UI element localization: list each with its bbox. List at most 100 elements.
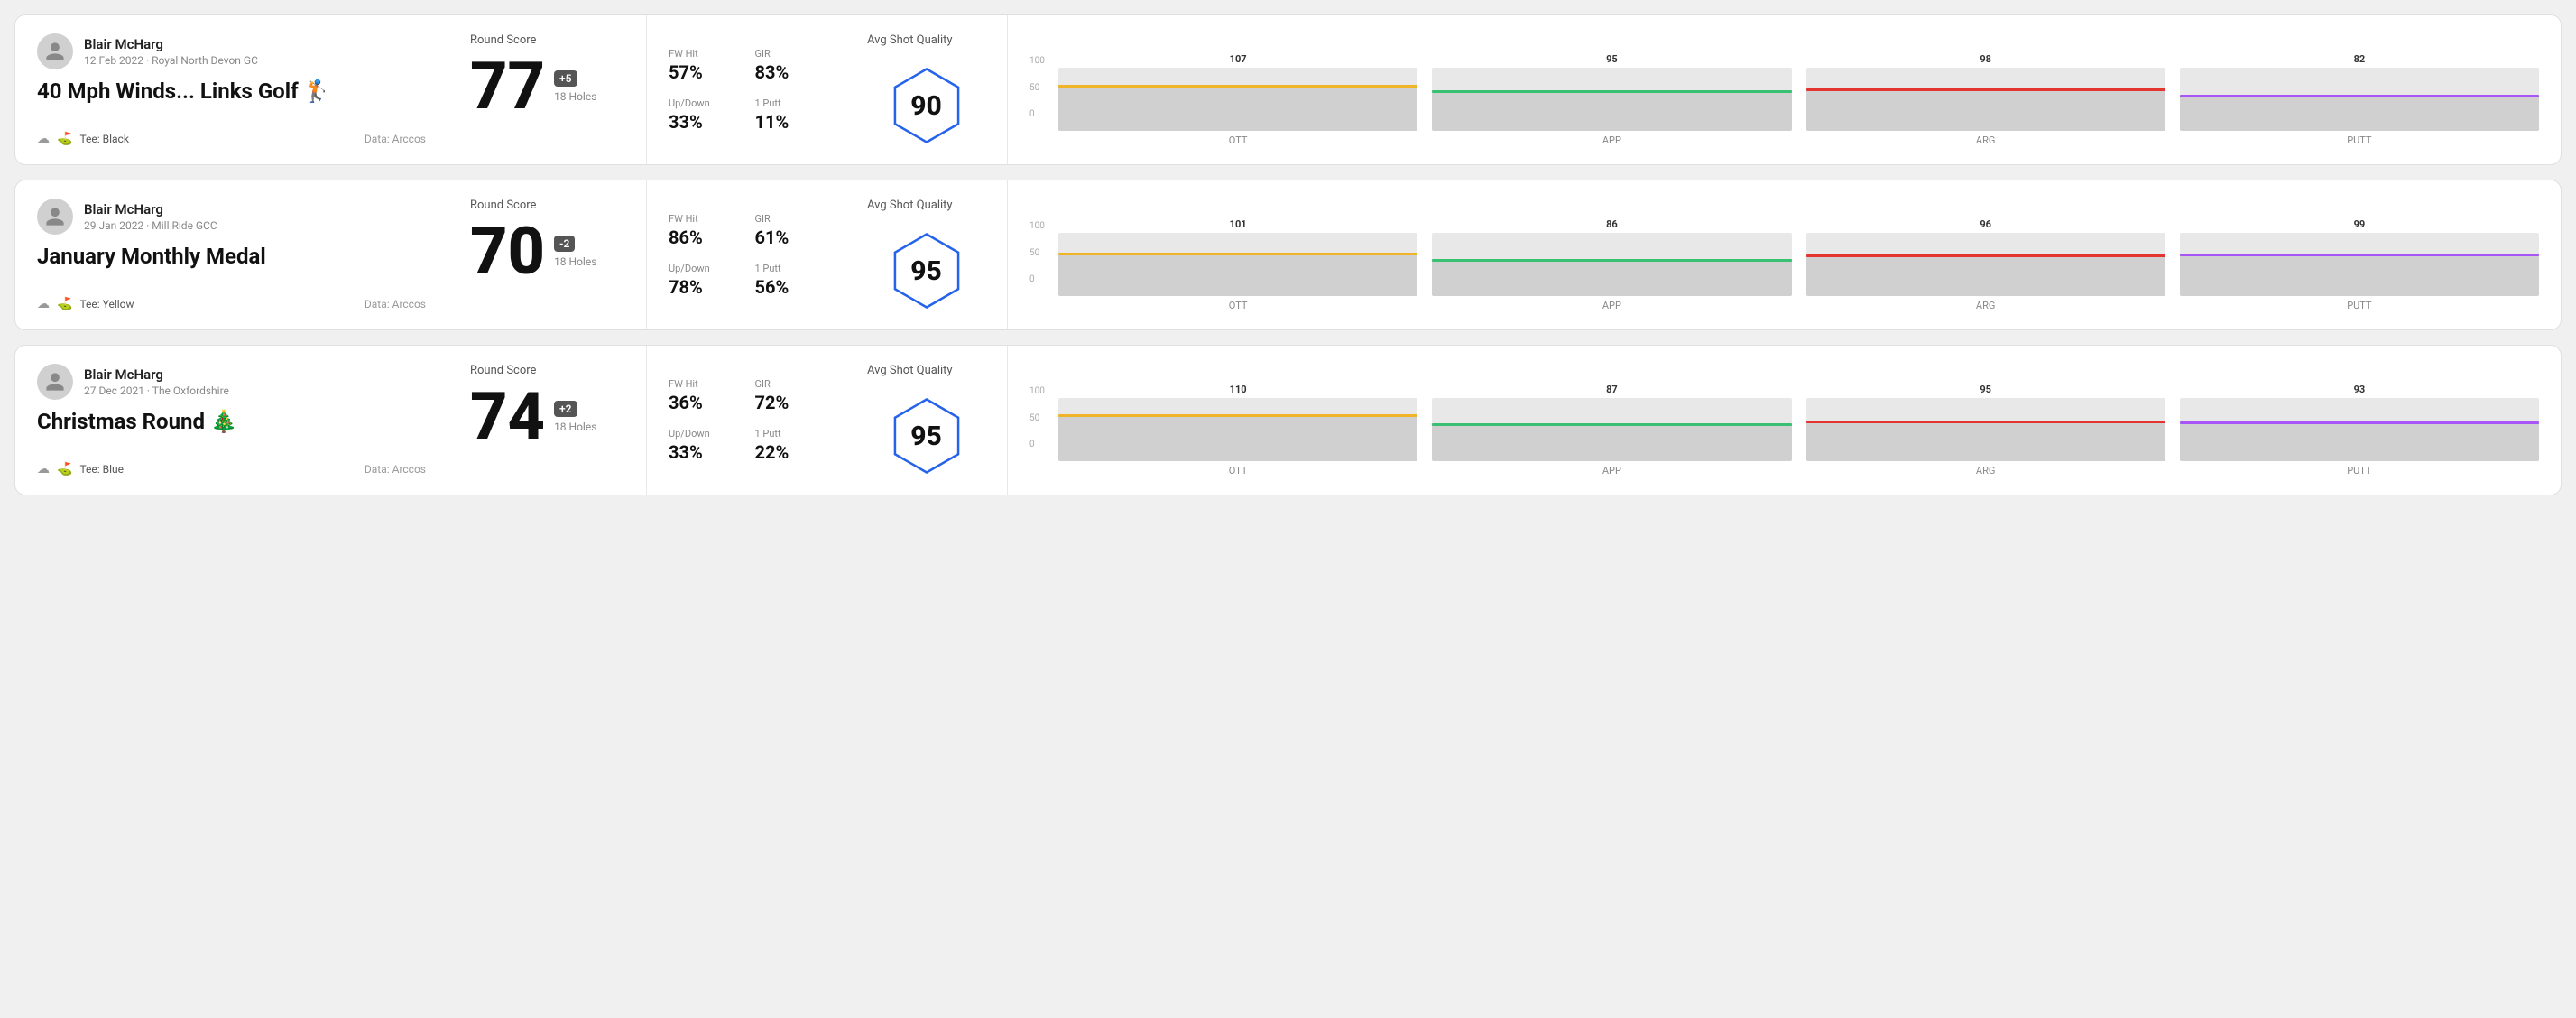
tee-label: Tee: Black bbox=[79, 133, 128, 145]
person-icon bbox=[44, 41, 66, 62]
bar-axis-label: APP bbox=[1602, 465, 1621, 477]
avatar bbox=[37, 33, 73, 69]
score-display: 77 +5 18 Holes bbox=[470, 54, 624, 119]
bar-fill bbox=[1058, 86, 1417, 131]
bar-axis-label: PUTT bbox=[2347, 300, 2371, 311]
tee-info: ☁ ⛳ Tee: Black bbox=[37, 132, 129, 146]
bar-fill bbox=[1432, 424, 1791, 461]
bar-wrapper bbox=[2180, 233, 2539, 296]
fw-hit-value: 86% bbox=[669, 227, 737, 248]
bar-wrapper bbox=[1058, 398, 1417, 461]
updown-label: Up/Down bbox=[669, 263, 737, 274]
bar-wrapper bbox=[1806, 398, 2165, 461]
quality-section: Avg Shot Quality 95 bbox=[845, 180, 1008, 329]
bar-axis-label: ARG bbox=[1976, 134, 1995, 146]
bar-value: 98 bbox=[1980, 53, 1991, 65]
bar-axis-label: PUTT bbox=[2347, 134, 2371, 146]
round-title: January Monthly Medal bbox=[37, 244, 426, 269]
holes-label: 18 Holes bbox=[554, 421, 596, 433]
oneputt-value: 11% bbox=[755, 111, 824, 133]
avatar bbox=[37, 364, 73, 400]
fw-hit-value: 36% bbox=[669, 392, 737, 413]
bar-group: 101 OTT bbox=[1058, 218, 1417, 311]
oneputt-stat: 1 Putt 11% bbox=[755, 97, 824, 133]
user-name: Blair McHarg bbox=[84, 201, 217, 217]
stats-grid: FW Hit 57% GIR 83% Up/Down 33% 1 Putt 11… bbox=[669, 48, 823, 133]
card-header: Blair McHarg 27 Dec 2021 · The Oxfordshi… bbox=[37, 364, 426, 400]
user-info: Blair McHarg 12 Feb 2022 · Royal North D… bbox=[84, 36, 258, 67]
bag-icon: ⛳ bbox=[57, 297, 72, 311]
score-display: 74 +2 18 Holes bbox=[470, 384, 624, 449]
quality-section: Avg Shot Quality 90 bbox=[845, 15, 1008, 164]
bar-axis-label: ARG bbox=[1976, 300, 1995, 311]
score-section: Round Score 74 +2 18 Holes bbox=[448, 346, 647, 495]
updown-value: 33% bbox=[669, 441, 737, 463]
person-icon bbox=[44, 371, 66, 393]
user-name: Blair McHarg bbox=[84, 36, 258, 52]
quality-score: 95 bbox=[910, 421, 942, 452]
bar-wrapper bbox=[1058, 233, 1417, 296]
bar-wrapper bbox=[1058, 68, 1417, 131]
bar-line bbox=[1432, 259, 1791, 262]
stats-section: FW Hit 57% GIR 83% Up/Down 33% 1 Putt 11… bbox=[647, 15, 845, 164]
bag-icon: ⛳ bbox=[57, 132, 72, 146]
bar-value: 93 bbox=[2354, 384, 2366, 395]
bar-line bbox=[1058, 414, 1417, 417]
user-meta: 29 Jan 2022 · Mill Ride GCC bbox=[84, 219, 217, 232]
cloud-icon: ☁ bbox=[37, 462, 50, 477]
hexagon-container: 90 bbox=[867, 65, 985, 146]
bar-fill bbox=[1806, 255, 2165, 296]
gir-label: GIR bbox=[755, 378, 824, 390]
bar-wrapper bbox=[1806, 233, 2165, 296]
bar-group: 82 PUTT bbox=[2180, 53, 2539, 146]
data-source: Data: Arccos bbox=[365, 298, 426, 310]
gir-stat: GIR 83% bbox=[755, 48, 824, 83]
bar-line bbox=[1806, 255, 2165, 257]
bar-line bbox=[2180, 254, 2539, 256]
stats-section: FW Hit 86% GIR 61% Up/Down 78% 1 Putt 56… bbox=[647, 180, 845, 329]
data-source: Data: Arccos bbox=[365, 463, 426, 476]
card-footer: ☁ ⛳ Tee: Blue Data: Arccos bbox=[37, 462, 426, 477]
fw-hit-label: FW Hit bbox=[669, 378, 737, 390]
card-footer: ☁ ⛳ Tee: Yellow Data: Arccos bbox=[37, 297, 426, 311]
updown-label: Up/Down bbox=[669, 97, 737, 109]
score-badge: -2 18 Holes bbox=[554, 236, 596, 268]
tee-label: Tee: Blue bbox=[79, 463, 124, 476]
bar-group: 110 OTT bbox=[1058, 384, 1417, 477]
bar-group: 99 PUTT bbox=[2180, 218, 2539, 311]
quality-label: Avg Shot Quality bbox=[867, 199, 985, 212]
gir-value: 72% bbox=[755, 392, 824, 413]
bar-fill bbox=[1058, 254, 1417, 296]
hexagon-container: 95 bbox=[867, 395, 985, 477]
gir-stat: GIR 61% bbox=[755, 213, 824, 248]
bar-group: 95 APP bbox=[1432, 53, 1791, 146]
bar-fill bbox=[2180, 422, 2539, 461]
fw-hit-label: FW Hit bbox=[669, 48, 737, 60]
round-score-label: Round Score bbox=[470, 199, 624, 212]
bar-value: 101 bbox=[1230, 218, 1247, 230]
gir-label: GIR bbox=[755, 48, 824, 60]
bar-group: 95 ARG bbox=[1806, 384, 2165, 477]
fw-hit-stat: FW Hit 86% bbox=[669, 213, 737, 248]
gir-label: GIR bbox=[755, 213, 824, 225]
bar-value: 95 bbox=[1980, 384, 1991, 395]
bar-fill bbox=[1806, 421, 2165, 461]
bag-icon: ⛳ bbox=[57, 462, 72, 477]
bar-axis-label: PUTT bbox=[2347, 465, 2371, 477]
quality-score: 90 bbox=[910, 90, 942, 122]
bar-value: 96 bbox=[1980, 218, 1991, 230]
bar-wrapper bbox=[1432, 68, 1791, 131]
score-badge: +5 18 Holes bbox=[554, 70, 596, 103]
bar-line bbox=[1058, 85, 1417, 88]
bar-line bbox=[1806, 88, 2165, 91]
gir-stat: GIR 72% bbox=[755, 378, 824, 413]
stats-grid: FW Hit 86% GIR 61% Up/Down 78% 1 Putt 56… bbox=[669, 213, 823, 298]
user-meta: 27 Dec 2021 · The Oxfordshire bbox=[84, 384, 229, 397]
updown-stat: Up/Down 33% bbox=[669, 428, 737, 463]
user-meta: 12 Feb 2022 · Royal North Devon GC bbox=[84, 54, 258, 67]
bar-axis-label: OTT bbox=[1229, 300, 1248, 311]
bar-value: 86 bbox=[1606, 218, 1618, 230]
bar-group: 107 OTT bbox=[1058, 53, 1417, 146]
round-score-label: Round Score bbox=[470, 364, 624, 377]
bar-axis-label: APP bbox=[1602, 134, 1621, 146]
